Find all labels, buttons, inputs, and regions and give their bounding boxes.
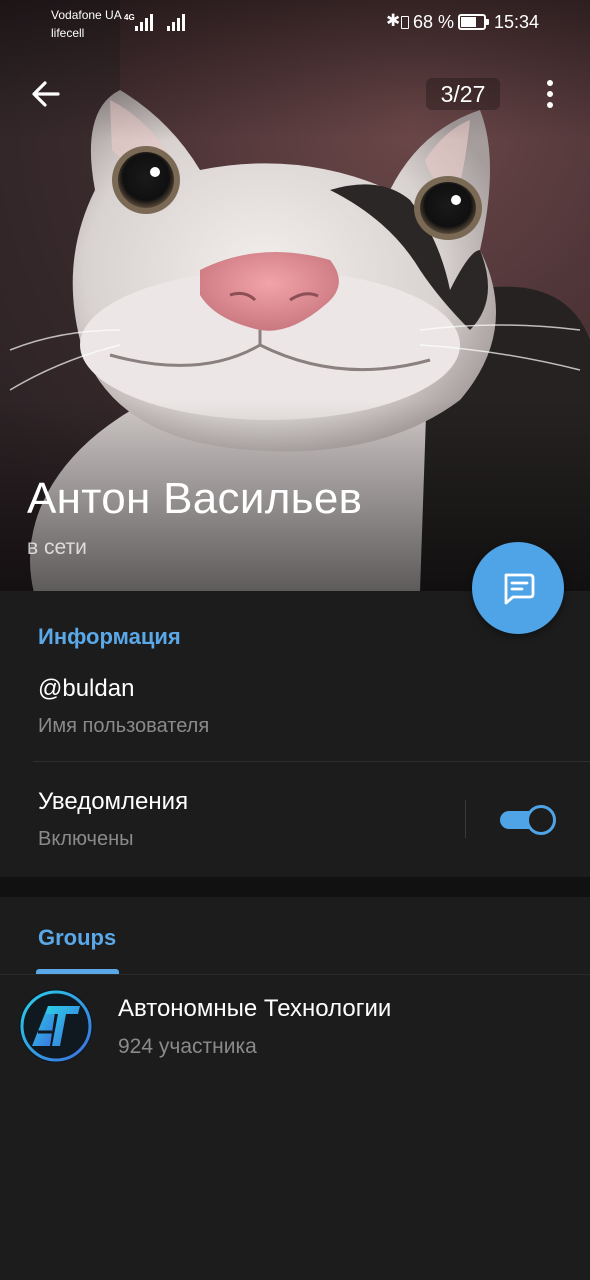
profile-photo-area[interactable]: Vodafone UA lifecell 4G ✱ 68 % 15:34 3/2… [0,0,590,591]
more-vertical-icon[interactable] [534,76,566,112]
online-status: в сети [27,536,87,559]
group-avatar [19,989,93,1063]
group-name: Автономные Технологии [118,995,392,1022]
section-gap [0,877,590,897]
message-icon [504,573,535,605]
group-members-count: 924 участника [118,1035,257,1058]
info-section-title: Информация [38,624,181,649]
tab-divider [0,974,590,975]
info-section: Информация @buldan Имя пользователя Увед… [0,591,590,877]
username-value[interactable]: @buldan [38,675,134,703]
signal-strength-icon-2 [167,13,185,31]
photo-counter: 3/27 [426,78,500,110]
notifications-label[interactable]: Уведомления [38,788,188,816]
status-bar: Vodafone UA lifecell 4G ✱ 68 % 15:34 [0,0,590,48]
bluetooth-icon: ✱ [386,11,401,30]
network-type: 4G [124,13,135,22]
battery-percent: 68 % [413,12,455,32]
send-message-button[interactable] [472,542,564,634]
profile-name: Антон Васильев [27,474,363,523]
carrier-name-1: Vodafone UA [51,8,122,22]
battery-icon [458,14,489,30]
divider [33,761,590,762]
back-button[interactable] [28,76,64,112]
clock: 15:34 [494,12,540,32]
carrier-name-2: lifecell [51,26,85,40]
signal-strength-icon [135,13,153,31]
groups-section: Groups Автономные Технологии 924 участни… [0,897,590,1280]
arrow-left-icon [32,81,60,107]
list-item[interactable]: Автономные Технологии 924 участника [0,985,590,1071]
notifications-state: Включены [38,828,134,850]
username-label: Имя пользователя [38,715,210,737]
vertical-separator [465,800,466,838]
tab-groups[interactable]: Groups [38,925,116,951]
sim-icon [401,16,409,29]
notifications-toggle[interactable] [500,804,556,836]
